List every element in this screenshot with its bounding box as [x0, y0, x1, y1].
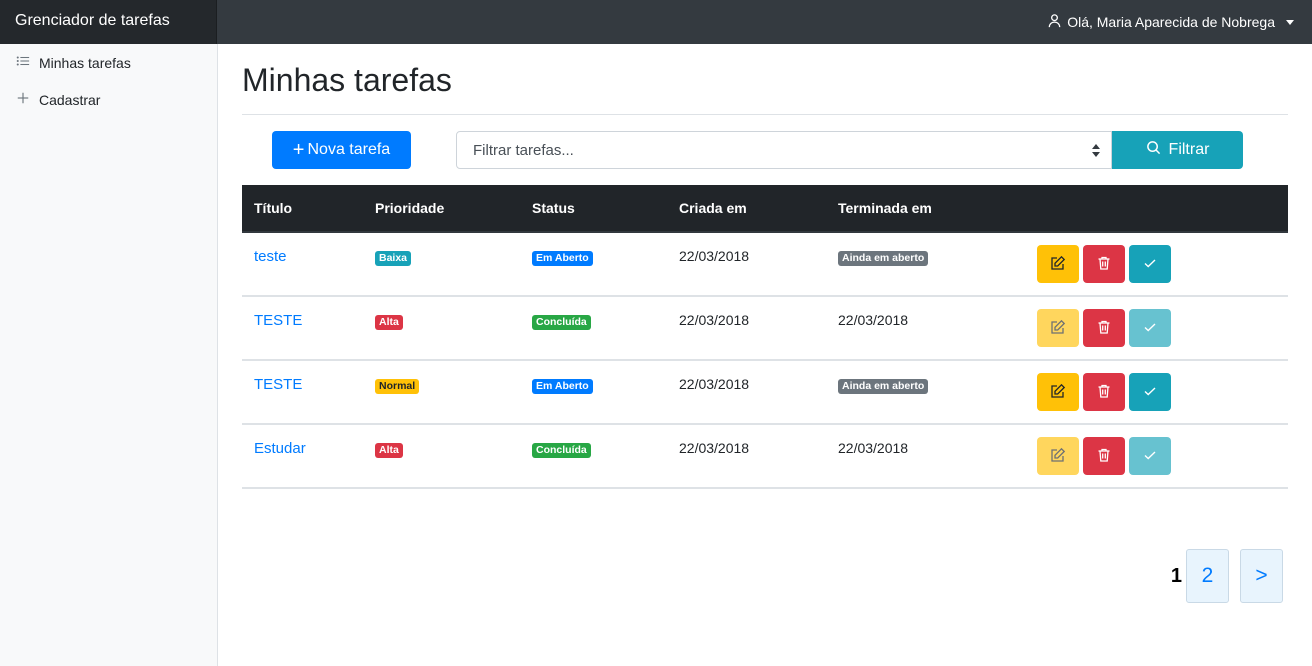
current-page: 1: [1170, 564, 1182, 587]
status-badge: Concluída: [532, 443, 591, 458]
delete-button[interactable]: [1083, 245, 1125, 283]
col-status: Status: [520, 185, 667, 233]
created-date: 22/03/2018: [679, 440, 750, 456]
table-row: Estudar Alta Concluída 22/03/2018 22/03/…: [242, 424, 1288, 489]
select-arrows-icon: [1092, 144, 1100, 157]
col-prioridade: Prioridade: [363, 185, 520, 233]
task-title-link[interactable]: teste: [254, 248, 287, 265]
edit-button[interactable]: [1037, 245, 1079, 283]
trash-icon: [1096, 319, 1112, 338]
finished-date: 22/03/2018: [838, 312, 909, 328]
user-menu[interactable]: Olá, Maria Aparecida de Nobrega: [1047, 0, 1294, 44]
complete-button[interactable]: [1129, 373, 1171, 411]
priority-badge: Alta: [375, 443, 403, 458]
tasks-table: Título Prioridade Status Criada em Termi…: [242, 185, 1288, 489]
complete-button: [1129, 437, 1171, 475]
task-title-link[interactable]: TESTE: [254, 312, 302, 329]
new-task-label: Nova tarefa: [307, 141, 391, 158]
sidebar-item-cadastrar[interactable]: Cadastrar: [0, 81, 217, 118]
edit-button: [1037, 437, 1079, 475]
delete-button[interactable]: [1083, 437, 1125, 475]
table-row: TESTE Normal Em Aberto 22/03/2018 Ainda …: [242, 360, 1288, 425]
table-row: TESTE Alta Concluída 22/03/2018 22/03/20…: [242, 296, 1288, 361]
page-2-button[interactable]: 2: [1186, 549, 1229, 603]
main-content: Minhas tarefas + Nova tarefa Filtrar tar…: [242, 44, 1288, 603]
edit-button[interactable]: [1037, 373, 1079, 411]
edit-icon: [1050, 383, 1066, 402]
finished-badge: Ainda em aberto: [838, 379, 929, 394]
pagination: 1 2 >: [1171, 549, 1283, 603]
col-terminada-em: Terminada em: [826, 185, 1037, 233]
plus-icon: +: [292, 139, 305, 161]
priority-badge: Normal: [375, 379, 420, 394]
plus-icon: [16, 91, 39, 108]
trash-icon: [1096, 383, 1112, 402]
col-criada-em: Criada em: [667, 185, 826, 233]
app-brand[interactable]: Grenciador de tarefas: [0, 0, 217, 44]
top-navbar: Grenciador de tarefas Olá, Maria Apareci…: [0, 0, 1312, 44]
filter-button-label: Filtrar: [1168, 141, 1210, 158]
edit-icon: [1050, 319, 1066, 338]
delete-button[interactable]: [1083, 309, 1125, 347]
trash-icon: [1096, 447, 1112, 466]
check-icon: [1142, 383, 1158, 402]
task-title-link[interactable]: TESTE: [254, 376, 302, 393]
new-task-button[interactable]: + Nova tarefa: [272, 131, 411, 169]
chevron-down-icon: [1286, 19, 1294, 25]
priority-badge: Baixa: [375, 251, 412, 266]
sidebar-item-minhas-tarefas[interactable]: Minhas tarefas: [0, 44, 217, 81]
status-badge: Em Aberto: [532, 251, 593, 266]
check-icon: [1142, 319, 1158, 338]
edit-icon: [1050, 255, 1066, 274]
search-icon: [1146, 140, 1161, 160]
status-badge: Concluída: [532, 315, 591, 330]
sidebar: Minhas tarefas Cadastrar: [0, 44, 218, 666]
list-icon: [16, 54, 39, 71]
check-icon: [1142, 255, 1158, 274]
user-icon: [1047, 13, 1062, 31]
priority-badge: Alta: [375, 315, 403, 330]
status-badge: Em Aberto: [532, 379, 593, 394]
finished-date: 22/03/2018: [838, 440, 909, 456]
filter-select-value: Filtrar tarefas...: [473, 141, 574, 159]
sidebar-item-label: Cadastrar: [39, 91, 101, 108]
check-icon: [1142, 447, 1158, 466]
delete-button[interactable]: [1083, 373, 1125, 411]
edit-icon: [1050, 447, 1066, 466]
complete-button: [1129, 309, 1171, 347]
sidebar-item-label: Minhas tarefas: [39, 54, 131, 71]
user-greeting: Olá, Maria Aparecida de Nobrega: [1067, 14, 1275, 30]
table-header-row: Título Prioridade Status Criada em Termi…: [242, 185, 1288, 233]
col-actions: [1037, 185, 1288, 233]
page-title: Minhas tarefas: [242, 61, 1288, 115]
complete-button[interactable]: [1129, 245, 1171, 283]
next-page-button[interactable]: >: [1240, 549, 1283, 603]
created-date: 22/03/2018: [679, 312, 750, 328]
toolbar: + Nova tarefa Filtrar tarefas... Filtrar: [242, 115, 1288, 185]
created-date: 22/03/2018: [679, 248, 750, 264]
finished-badge: Ainda em aberto: [838, 251, 929, 266]
edit-button: [1037, 309, 1079, 347]
trash-icon: [1096, 255, 1112, 274]
col-titulo: Título: [242, 185, 363, 233]
task-title-link[interactable]: Estudar: [254, 440, 306, 457]
filter-select[interactable]: Filtrar tarefas...: [456, 131, 1112, 169]
filter-button[interactable]: Filtrar: [1112, 131, 1243, 169]
table-row: teste Baixa Em Aberto 22/03/2018 Ainda e…: [242, 232, 1288, 297]
created-date: 22/03/2018: [679, 376, 750, 392]
